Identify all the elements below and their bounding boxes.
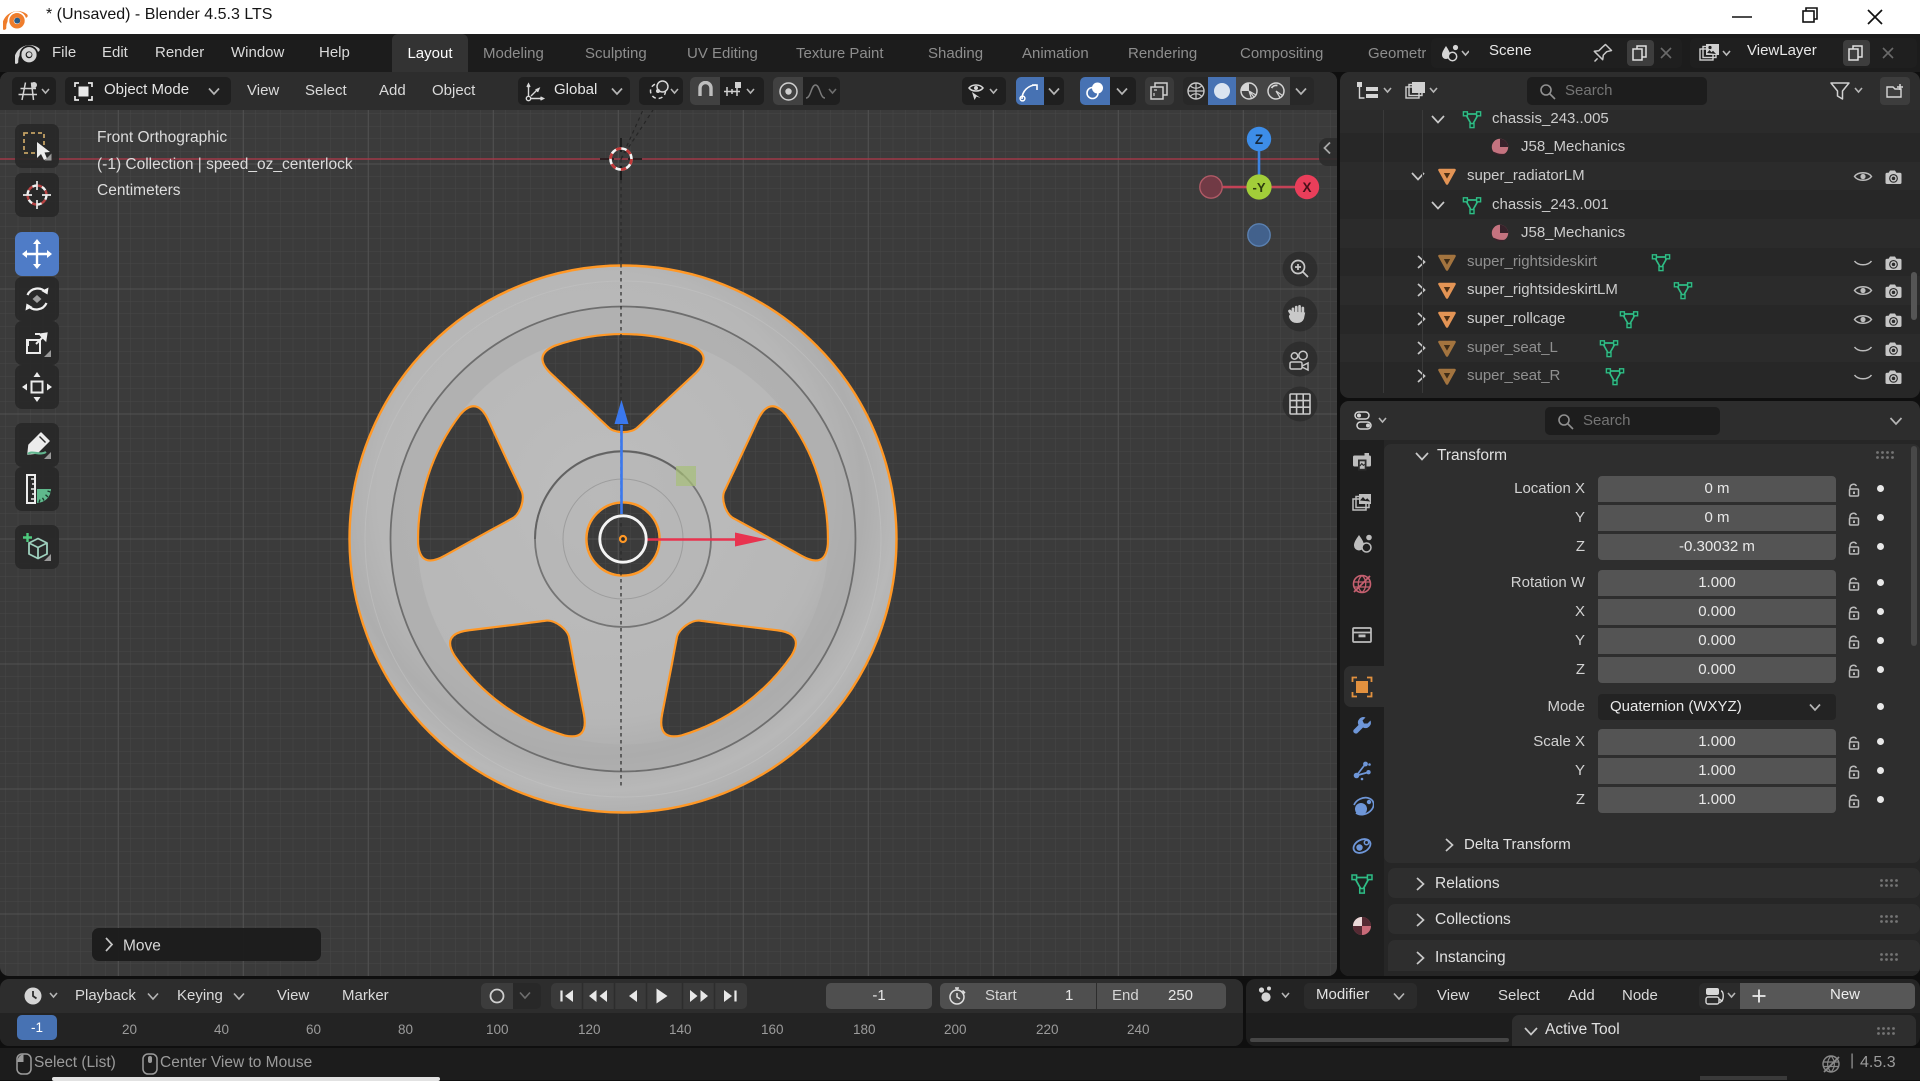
svg-text:(-1) Collection | speed_oz_cen: (-1) Collection | speed_oz_centerlock	[97, 156, 353, 173]
svg-text:-Y: -Y	[1253, 180, 1266, 195]
svg-text:X: X	[1302, 180, 1311, 195]
svg-text:Z: Z	[1255, 132, 1263, 147]
svg-text:Centimeters: Centimeters	[97, 182, 181, 199]
svg-text:Front Orthographic: Front Orthographic	[97, 129, 227, 146]
svg-text:Move: Move	[123, 938, 161, 955]
